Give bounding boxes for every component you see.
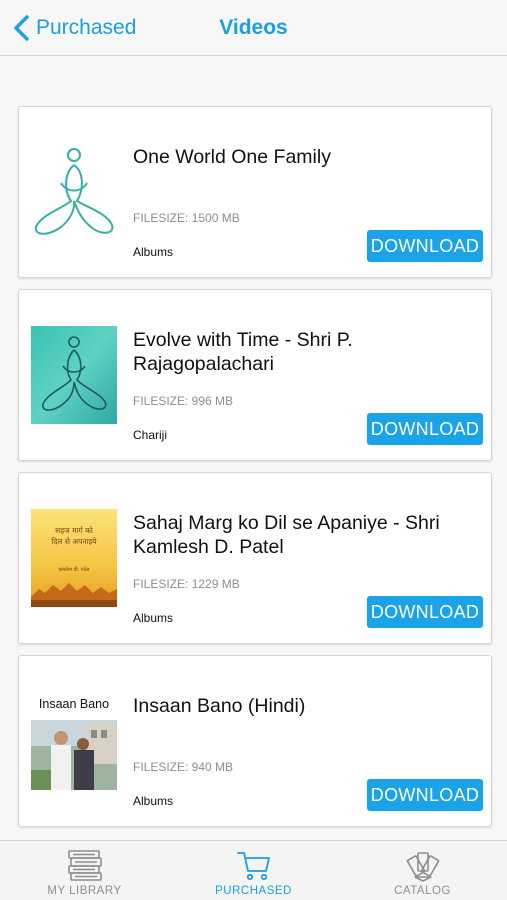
- tab-bar: MY LIBRARY PURCHASED CATALOG: [0, 840, 507, 900]
- item-title: Sahaj Marg ko Dil se Apaniye - Shri Kaml…: [133, 512, 440, 558]
- page-title: Videos: [219, 16, 288, 39]
- tab-label: PURCHASED: [215, 885, 292, 897]
- download-button[interactable]: DOWNLOAD: [367, 230, 483, 262]
- list-item[interactable]: सहज मार्ग को दिल से अपनाइये कमलेश डी. पट…: [18, 472, 492, 644]
- item-filesize: FILESIZE: 1500 MB: [133, 211, 240, 225]
- item-category: Chariji: [133, 428, 168, 442]
- meditation-logo-thumbnail: [31, 143, 117, 241]
- item-category: Albums: [133, 245, 174, 259]
- tab-catalog[interactable]: CATALOG: [338, 841, 507, 900]
- item-title: Insaan Bano (Hindi): [133, 695, 306, 717]
- item-filesize: FILESIZE: 940 MB: [133, 760, 234, 774]
- item-filesize: FILESIZE: 1229 MB: [133, 577, 240, 591]
- tab-purchased[interactable]: PURCHASED: [169, 841, 338, 900]
- item-filesize: FILESIZE: 996 MB: [133, 394, 234, 408]
- cover-author-text: कमलेश डी. पटेल: [58, 566, 90, 573]
- photo-thumbnail: Insaan Bano: [31, 692, 117, 790]
- item-title: One World One Family: [133, 146, 331, 168]
- book-cover-thumbnail: सहज मार्ग को दिल से अपनाइये कमलेश डी. पट…: [31, 509, 117, 607]
- list-item[interactable]: Evolve with Time - Shri P. Rajagopalacha…: [18, 289, 492, 461]
- item-category: Albums: [133, 611, 174, 625]
- download-button[interactable]: DOWNLOAD: [367, 779, 483, 811]
- meditation-logo-thumbnail: [31, 326, 117, 424]
- item-category: Albums: [133, 794, 174, 808]
- video-list[interactable]: One World One Family FILESIZE: 1500 MB A…: [0, 56, 507, 840]
- tab-label: CATALOG: [394, 885, 451, 897]
- list-item[interactable]: Insaan Bano Insaan Bano (Hindi) FILESIZE…: [18, 655, 492, 827]
- tab-label: MY LIBRARY: [47, 885, 122, 897]
- cover-text-line: दिल से अपनाइये: [52, 537, 98, 546]
- cart-icon: [236, 852, 270, 881]
- navigation-bar: Purchased Videos: [0, 0, 507, 56]
- cover-text-line: सहज मार्ग को: [55, 526, 94, 535]
- catalog-fan-icon: [406, 852, 439, 882]
- download-button[interactable]: DOWNLOAD: [367, 413, 483, 445]
- list-item[interactable]: One World One Family FILESIZE: 1500 MB A…: [18, 106, 492, 278]
- thumbnail-title-text: Insaan Bano: [39, 697, 109, 711]
- download-button[interactable]: DOWNLOAD: [367, 596, 483, 628]
- item-title: Evolve with Time - Shri P. Rajagopalacha…: [133, 329, 353, 375]
- tab-my-library[interactable]: MY LIBRARY: [0, 841, 169, 900]
- books-icon: [67, 850, 102, 881]
